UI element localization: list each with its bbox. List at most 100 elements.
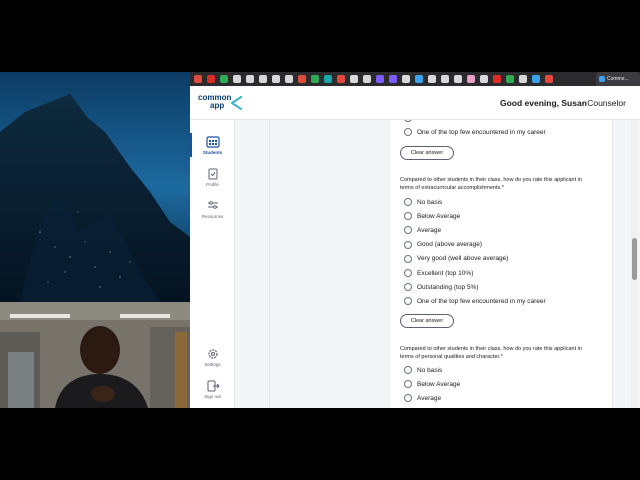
students-icon — [205, 136, 220, 148]
pinned-tab-favicon-icon[interactable] — [207, 75, 215, 83]
radio-option[interactable]: No basis — [404, 197, 442, 207]
sidebar-item-resources[interactable]: Resources — [190, 200, 235, 219]
radio-button[interactable] — [404, 283, 412, 292]
pinned-tab-favicon-icon[interactable] — [506, 75, 514, 83]
option-label: Average — [417, 394, 442, 402]
radio-button[interactable] — [404, 269, 412, 277]
radio-option[interactable]: Average — [404, 225, 441, 235]
role-menu[interactable]: · Counselor — [582, 98, 626, 108]
pinned-tab-favicon-icon[interactable] — [519, 75, 527, 83]
sidebar-item-sign-out[interactable]: Sign out — [190, 380, 235, 399]
screen: Comme... common app Good evening, Susan … — [0, 0, 640, 480]
app-header: common app Good evening, Susan · Counsel… — [190, 86, 640, 120]
sidebar-nav: Students Profile Resources Settings Sign… — [190, 120, 235, 408]
radio-option[interactable]: One of the top few encountered in my car… — [404, 127, 546, 137]
pinned-tabs — [194, 75, 553, 83]
radio-button[interactable] — [404, 380, 412, 389]
radio-option[interactable]: Below Average — [404, 379, 460, 389]
pinned-tab-favicon-icon[interactable] — [324, 75, 332, 83]
radio-button[interactable] — [404, 198, 412, 206]
role-label: Counselor — [587, 98, 626, 108]
pinned-tab-favicon-icon[interactable] — [532, 75, 540, 83]
sign-out-icon — [207, 380, 220, 392]
pinned-tab-favicon-icon[interactable] — [272, 75, 280, 83]
scrollbar-thumb[interactable] — [632, 238, 637, 280]
sidebar-item-label: Profile — [206, 182, 219, 187]
radio-option[interactable]: Outstanding (top 5%) — [404, 282, 478, 292]
option-label: Good (above average) — [417, 241, 483, 249]
pinned-tab-favicon-icon[interactable] — [233, 75, 241, 83]
option-label: Below Average — [417, 380, 461, 388]
radio-option[interactable]: Good (above average) — [404, 240, 482, 250]
pinned-tab-favicon-icon[interactable] — [298, 75, 306, 83]
sidebar-item-profile[interactable]: Profile — [190, 168, 235, 187]
radio-button[interactable] — [404, 394, 412, 403]
pinned-tab-favicon-icon[interactable] — [454, 75, 462, 83]
pinned-tab-favicon-icon[interactable] — [363, 75, 371, 83]
pinned-tab-favicon-icon[interactable] — [220, 75, 228, 83]
gear-icon — [207, 349, 218, 359]
pinned-tab-favicon-icon[interactable] — [428, 75, 436, 83]
pinned-tab-favicon-icon[interactable] — [441, 75, 449, 83]
browser-tab-strip: Comme... — [190, 72, 640, 86]
radio-option[interactable] — [404, 120, 412, 123]
pinned-tab-favicon-icon[interactable] — [389, 75, 397, 83]
sidebar-item-settings[interactable]: Settings — [190, 348, 235, 367]
radio-button[interactable] — [404, 297, 412, 306]
clear-answer-button[interactable]: Clear answer — [400, 146, 454, 160]
pinned-tab-favicon-icon[interactable] — [285, 75, 293, 83]
sidebar-item-students[interactable]: Students — [190, 133, 235, 157]
pinned-tab-favicon-icon[interactable] — [545, 75, 553, 83]
radio-button[interactable] — [404, 120, 412, 122]
pinned-tab-favicon-icon[interactable] — [194, 75, 202, 83]
option-label: One of the top few encountered in my car… — [417, 128, 546, 136]
profile-icon — [208, 168, 217, 180]
desktop-wallpaper — [0, 72, 190, 302]
radio-button[interactable] — [404, 226, 412, 235]
option-label: Very good (well above average) — [417, 255, 509, 263]
pinned-tab-favicon-icon[interactable] — [480, 75, 488, 83]
common-app-logo[interactable]: common app — [198, 94, 248, 114]
option-label: Below Average — [417, 212, 461, 220]
question-extracurricular: Compared to other students in their clas… — [400, 177, 582, 191]
radio-option[interactable]: Average — [404, 393, 441, 403]
option-label: Average — [417, 226, 442, 234]
commonapp-favicon-icon — [599, 76, 605, 82]
pinned-tab-favicon-icon[interactable] — [311, 75, 319, 83]
recommendation-form: One of the top few encountered in my car… — [390, 120, 612, 408]
pinned-tab-favicon-icon[interactable] — [376, 75, 384, 83]
divider — [269, 120, 270, 408]
radio-option[interactable]: Very good (well above average) — [404, 254, 508, 264]
pinned-tab-favicon-icon[interactable] — [402, 75, 410, 83]
option-label: No basis — [417, 366, 443, 374]
pinned-tab-favicon-icon[interactable] — [415, 75, 423, 83]
sidebar-item-label: Resources — [201, 214, 224, 219]
option-label: No basis — [417, 198, 443, 206]
radio-option[interactable]: Excellent (top 10%) — [404, 268, 473, 278]
radio-option[interactable]: Below Average — [404, 211, 460, 221]
radio-button[interactable] — [404, 366, 412, 374]
radio-option[interactable]: No basis — [404, 365, 442, 375]
resources-icon — [207, 201, 218, 209]
sidebar-item-label: Students — [202, 150, 223, 155]
radio-button[interactable] — [404, 254, 412, 263]
logo-swoosh-icon — [230, 96, 243, 110]
main-content: One of the top few encountered in my car… — [235, 120, 640, 408]
logo-text-app: app — [210, 101, 225, 110]
radio-button[interactable] — [404, 128, 412, 136]
pinned-tab-favicon-icon[interactable] — [493, 75, 501, 83]
radio-button[interactable] — [404, 212, 412, 221]
question-personal-qualities: Compared to other students in their clas… — [400, 346, 582, 360]
radio-button[interactable] — [404, 240, 412, 249]
pinned-tab-favicon-icon[interactable] — [246, 75, 254, 83]
pinned-tab-favicon-icon[interactable] — [467, 75, 475, 83]
sidebar-item-label: Sign out — [204, 394, 221, 399]
clear-answer-button[interactable]: Clear answer — [400, 314, 454, 328]
radio-option[interactable]: One of the top few encountered in my car… — [404, 296, 546, 306]
letterbox-bar — [0, 408, 640, 480]
pinned-tab-favicon-icon[interactable] — [337, 75, 345, 83]
active-browser-tab[interactable]: Comme... — [596, 72, 640, 86]
pinned-tab-favicon-icon[interactable] — [350, 75, 358, 83]
option-label: One of the top few encountered in my car… — [417, 297, 546, 305]
pinned-tab-favicon-icon[interactable] — [259, 75, 267, 83]
